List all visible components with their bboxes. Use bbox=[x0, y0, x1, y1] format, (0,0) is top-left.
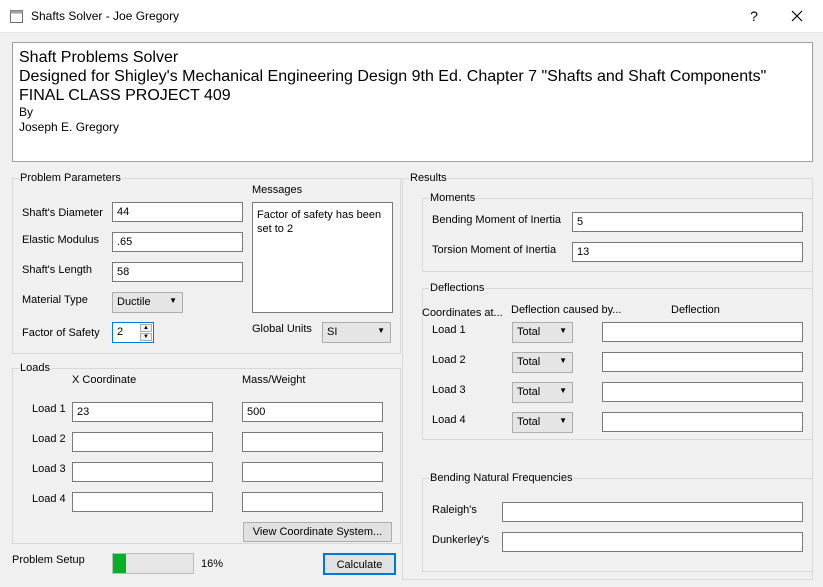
x-coordinate-header: X Coordinate bbox=[72, 374, 137, 386]
chevron-down-icon: ▼ bbox=[559, 416, 567, 425]
global-units-label: Global Units bbox=[252, 323, 312, 335]
elastic-modulus-input[interactable]: .65 bbox=[112, 232, 243, 252]
chevron-down-icon: ▼ bbox=[559, 356, 567, 365]
dunkerley-output[interactable] bbox=[502, 532, 803, 552]
project-title: FINAL CLASS PROJECT 409 bbox=[19, 87, 231, 104]
loads-title: Loads bbox=[19, 362, 51, 374]
length-label: Shaft's Length bbox=[22, 264, 92, 276]
loads-group bbox=[12, 368, 401, 544]
problem-parameters-title: Problem Parameters bbox=[19, 172, 122, 184]
deflection-load-2-label: Load 2 bbox=[432, 354, 466, 366]
messages-label: Messages bbox=[252, 184, 303, 196]
setup-progress-bar bbox=[112, 553, 194, 574]
author-name: Joseph E. Gregory bbox=[19, 120, 120, 134]
deflection-load-1-cause-value: Total bbox=[517, 326, 541, 338]
material-type-value: Ductile bbox=[117, 296, 151, 308]
deflection-load-3-cause-select[interactable]: Total ▼ bbox=[512, 382, 573, 403]
natural-frequencies-title: Bending Natural Frequencies bbox=[429, 472, 574, 484]
chevron-down-icon: ▼ bbox=[377, 326, 385, 335]
progress-fill bbox=[113, 554, 126, 573]
view-coordinate-system-button[interactable]: View Coordinate System... bbox=[243, 522, 392, 542]
load-1-mass-input[interactable]: 500 bbox=[242, 402, 383, 422]
diameter-label: Shaft's Diameter bbox=[22, 207, 103, 219]
deflection-load-3-label: Load 3 bbox=[432, 384, 466, 396]
elastic-modulus-label: Elastic Modulus bbox=[22, 234, 100, 246]
material-type-select[interactable]: Ductile ▼ bbox=[112, 292, 183, 313]
title-bar: Shafts Solver - Joe Gregory ? bbox=[0, 0, 823, 33]
bending-moment-label: Bending Moment of Inertia bbox=[432, 214, 562, 226]
load-4-mass-input[interactable] bbox=[242, 492, 383, 512]
calculate-button[interactable]: Calculate bbox=[323, 553, 396, 575]
length-input[interactable]: 58 bbox=[112, 262, 243, 282]
deflection-load-2-output[interactable] bbox=[602, 352, 803, 372]
global-units-value: SI bbox=[327, 326, 338, 338]
deflection-load-4-cause-select[interactable]: Total ▼ bbox=[512, 412, 573, 433]
load-4-x-input[interactable] bbox=[72, 492, 213, 512]
factor-of-safety-value: 2 bbox=[117, 326, 124, 338]
stepper-down-icon[interactable]: ▼ bbox=[140, 333, 152, 341]
deflection-load-1-output[interactable] bbox=[602, 322, 803, 342]
window-title: Shafts Solver - Joe Gregory bbox=[31, 9, 180, 23]
deflection-load-4-cause-value: Total bbox=[517, 416, 541, 428]
chevron-down-icon: ▼ bbox=[169, 296, 177, 305]
raleigh-output[interactable] bbox=[502, 502, 803, 522]
factor-of-safety-label: Factor of Safety bbox=[22, 327, 100, 339]
moments-title: Moments bbox=[429, 192, 477, 204]
load-1-label: Load 1 bbox=[32, 403, 66, 415]
course-subtitle: Designed for Shigley's Mechanical Engine… bbox=[19, 68, 767, 85]
problem-setup-label: Problem Setup bbox=[12, 554, 85, 566]
deflection-load-1-label: Load 1 bbox=[432, 324, 466, 336]
stepper-up-icon[interactable]: ▲ bbox=[140, 324, 152, 332]
deflection-caused-by-header: Deflection caused by... bbox=[511, 304, 622, 316]
load-3-x-input[interactable] bbox=[72, 462, 213, 482]
app-heading: Shaft Problems Solver bbox=[19, 49, 179, 66]
deflection-load-4-output[interactable] bbox=[602, 412, 803, 432]
deflection-load-2-cause-select[interactable]: Total ▼ bbox=[512, 352, 573, 373]
material-type-label: Material Type bbox=[22, 294, 88, 306]
load-2-label: Load 2 bbox=[32, 433, 66, 445]
bending-moment-output[interactable]: 5 bbox=[572, 212, 803, 232]
deflection-load-2-cause-value: Total bbox=[517, 356, 541, 368]
deflection-load-3-output[interactable] bbox=[602, 382, 803, 402]
global-units-select[interactable]: SI ▼ bbox=[322, 322, 391, 343]
load-3-mass-input[interactable] bbox=[242, 462, 383, 482]
by-label: By bbox=[19, 105, 34, 119]
load-4-label: Load 4 bbox=[32, 493, 66, 505]
project-info-box: Shaft Problems Solver Designed for Shigl… bbox=[12, 42, 813, 162]
help-button[interactable]: ? bbox=[742, 4, 766, 28]
load-2-mass-input[interactable] bbox=[242, 432, 383, 452]
deflection-header: Deflection bbox=[671, 304, 720, 316]
deflections-title: Deflections bbox=[429, 282, 486, 294]
chevron-down-icon: ▼ bbox=[559, 386, 567, 395]
dunkerley-label: Dunkerley's bbox=[432, 534, 490, 546]
diameter-input[interactable]: 44 bbox=[112, 202, 243, 222]
coordinates-at-header: Coordinates at... bbox=[422, 307, 503, 319]
load-3-label: Load 3 bbox=[32, 463, 66, 475]
mass-weight-header: Mass/Weight bbox=[242, 374, 306, 386]
raleigh-label: Raleigh's bbox=[432, 504, 477, 516]
close-icon bbox=[791, 10, 803, 22]
chevron-down-icon: ▼ bbox=[559, 326, 567, 335]
load-2-x-input[interactable] bbox=[72, 432, 213, 452]
deflection-load-3-cause-value: Total bbox=[517, 386, 541, 398]
results-title: Results bbox=[409, 172, 448, 184]
close-button[interactable] bbox=[785, 4, 809, 28]
progress-percent: 16% bbox=[201, 558, 224, 570]
load-1-x-input[interactable]: 23 bbox=[72, 402, 213, 422]
factor-of-safety-stepper[interactable]: 2 ▲ ▼ bbox=[112, 322, 154, 343]
messages-box: Factor of safety has been set to 2 bbox=[252, 202, 393, 313]
torsion-moment-label: Torsion Moment of Inertia bbox=[432, 244, 557, 256]
stepper-buttons: ▲ ▼ bbox=[140, 324, 152, 341]
deflection-load-4-label: Load 4 bbox=[432, 414, 466, 426]
torsion-moment-output[interactable]: 13 bbox=[572, 242, 803, 262]
natural-frequencies-group bbox=[422, 478, 813, 572]
deflection-load-1-cause-select[interactable]: Total ▼ bbox=[512, 322, 573, 343]
app-icon bbox=[10, 10, 23, 23]
